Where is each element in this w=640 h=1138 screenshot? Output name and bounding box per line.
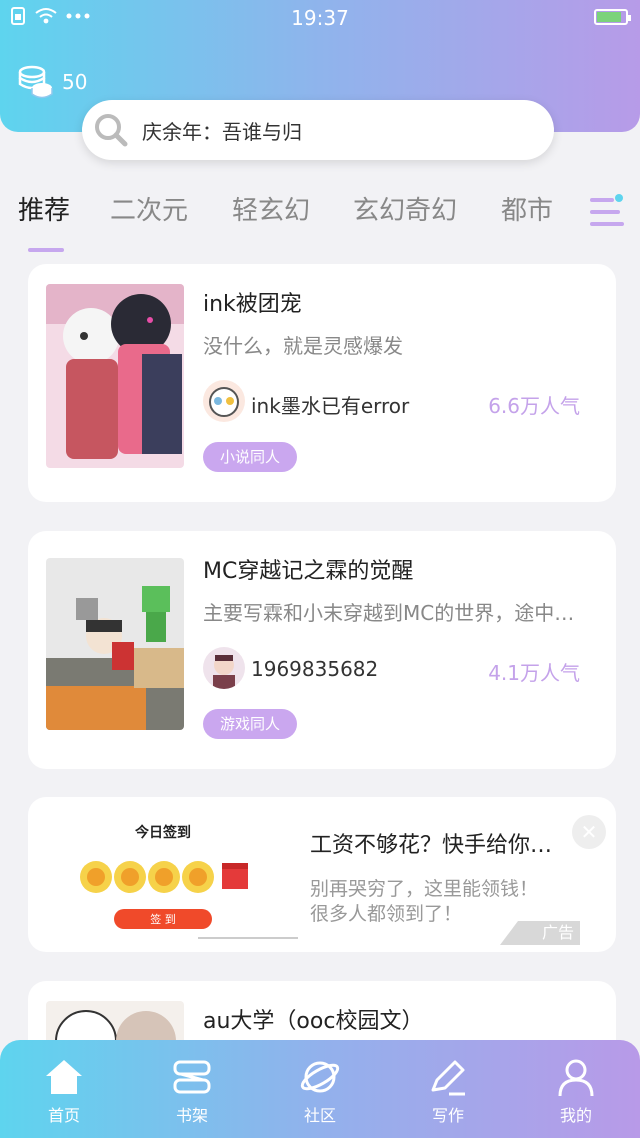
coin-count: 50 (62, 70, 88, 94)
user-icon (558, 1059, 594, 1097)
search-icon (95, 114, 128, 147)
home-icon (46, 1060, 82, 1094)
pen-icon (431, 1060, 465, 1096)
category-menu-icon[interactable] (588, 192, 632, 232)
ad-title: 工资不够花？快手给你… (310, 833, 553, 858)
nav-home[interactable]: 首页 (24, 1056, 104, 1126)
popularity-count: 6.6万人气 (488, 394, 580, 418)
author-avatar[interactable] (203, 647, 245, 689)
author-name: 1969835682 (251, 657, 379, 681)
book-description: 主要写霖和小末穿越到MC的世界，途中… (203, 601, 575, 625)
book-card[interactable]: MC穿越记之霖的觉醒 主要写霖和小末穿越到MC的世界，途中… 196983568… (28, 531, 616, 769)
nav-label: 写作 (431, 1106, 464, 1125)
author-avatar[interactable] (203, 380, 245, 422)
nav-label: 我的 (559, 1106, 592, 1125)
category-tabs: 推荐 二次元 轻玄幻 玄幻奇幻 都市 (0, 190, 640, 252)
status-time: 19:37 (291, 6, 349, 30)
planet-icon (300, 1061, 340, 1093)
nav-label: 社区 (303, 1106, 336, 1125)
book-title: ink被团宠 (203, 292, 302, 317)
ad-description: 别再哭穷了，这里能领钱！很多人都领到了！ (310, 878, 539, 925)
book-card[interactable]: ink被团宠 没什么，就是灵感爆发 ink墨水已有error 6.6万人气 小说… (28, 264, 616, 502)
book-description: 没什么，就是灵感爆发 (203, 334, 403, 358)
battery-icon (594, 9, 631, 25)
close-icon[interactable]: ✕ (572, 815, 606, 849)
bookshelf-icon (173, 1060, 211, 1094)
genre-tag[interactable]: 小说同人 (203, 442, 298, 472)
book-title: au大学（ooc校园文） (203, 1009, 424, 1034)
ad-card[interactable]: 今日签到 签 到 工资不够花？快手给你… 别再哭穷了，这里能领钱！很多人都领到了… (28, 797, 616, 952)
status-bar: 19:37 (0, 0, 640, 36)
ad-image: 今日签到 签 到 (58, 819, 313, 945)
author-name: ink墨水已有error (251, 394, 410, 418)
popularity-count: 4.1万人气 (488, 661, 580, 685)
bottom-navigation: 首页 书架 社区 写作 我的 (0, 1040, 640, 1138)
tab-light-fantasy[interactable]: 轻玄幻 (232, 190, 310, 227)
search-bar[interactable]: 庆余年：吾谁与归 (82, 100, 554, 160)
book-title: MC穿越记之霖的觉醒 (203, 559, 414, 584)
nav-profile[interactable]: 我的 (536, 1056, 616, 1126)
nav-bookshelf[interactable]: 书架 (152, 1056, 232, 1126)
nav-label: 首页 (47, 1106, 80, 1125)
coins-icon (18, 65, 53, 99)
genre-tag[interactable]: 游戏同人 (203, 709, 298, 739)
book-cover (46, 284, 184, 468)
book-cover (46, 558, 184, 730)
nav-community[interactable]: 社区 (280, 1056, 360, 1126)
tab-recommend[interactable]: 推荐 (18, 190, 70, 227)
ad-image-button: 签 到 (150, 912, 176, 926)
nav-write[interactable]: 写作 (408, 1056, 488, 1126)
tab-anime[interactable]: 二次元 (110, 190, 188, 227)
active-tab-indicator (28, 248, 64, 252)
tab-urban[interactable]: 都市 (501, 190, 553, 227)
tab-fantasy[interactable]: 玄幻奇幻 (353, 190, 457, 227)
ad-image-heading: 今日签到 (134, 824, 191, 841)
nav-label: 书架 (175, 1106, 208, 1125)
coin-balance[interactable]: 50 (18, 64, 87, 100)
search-text: 庆余年：吾谁与归 (142, 119, 302, 144)
